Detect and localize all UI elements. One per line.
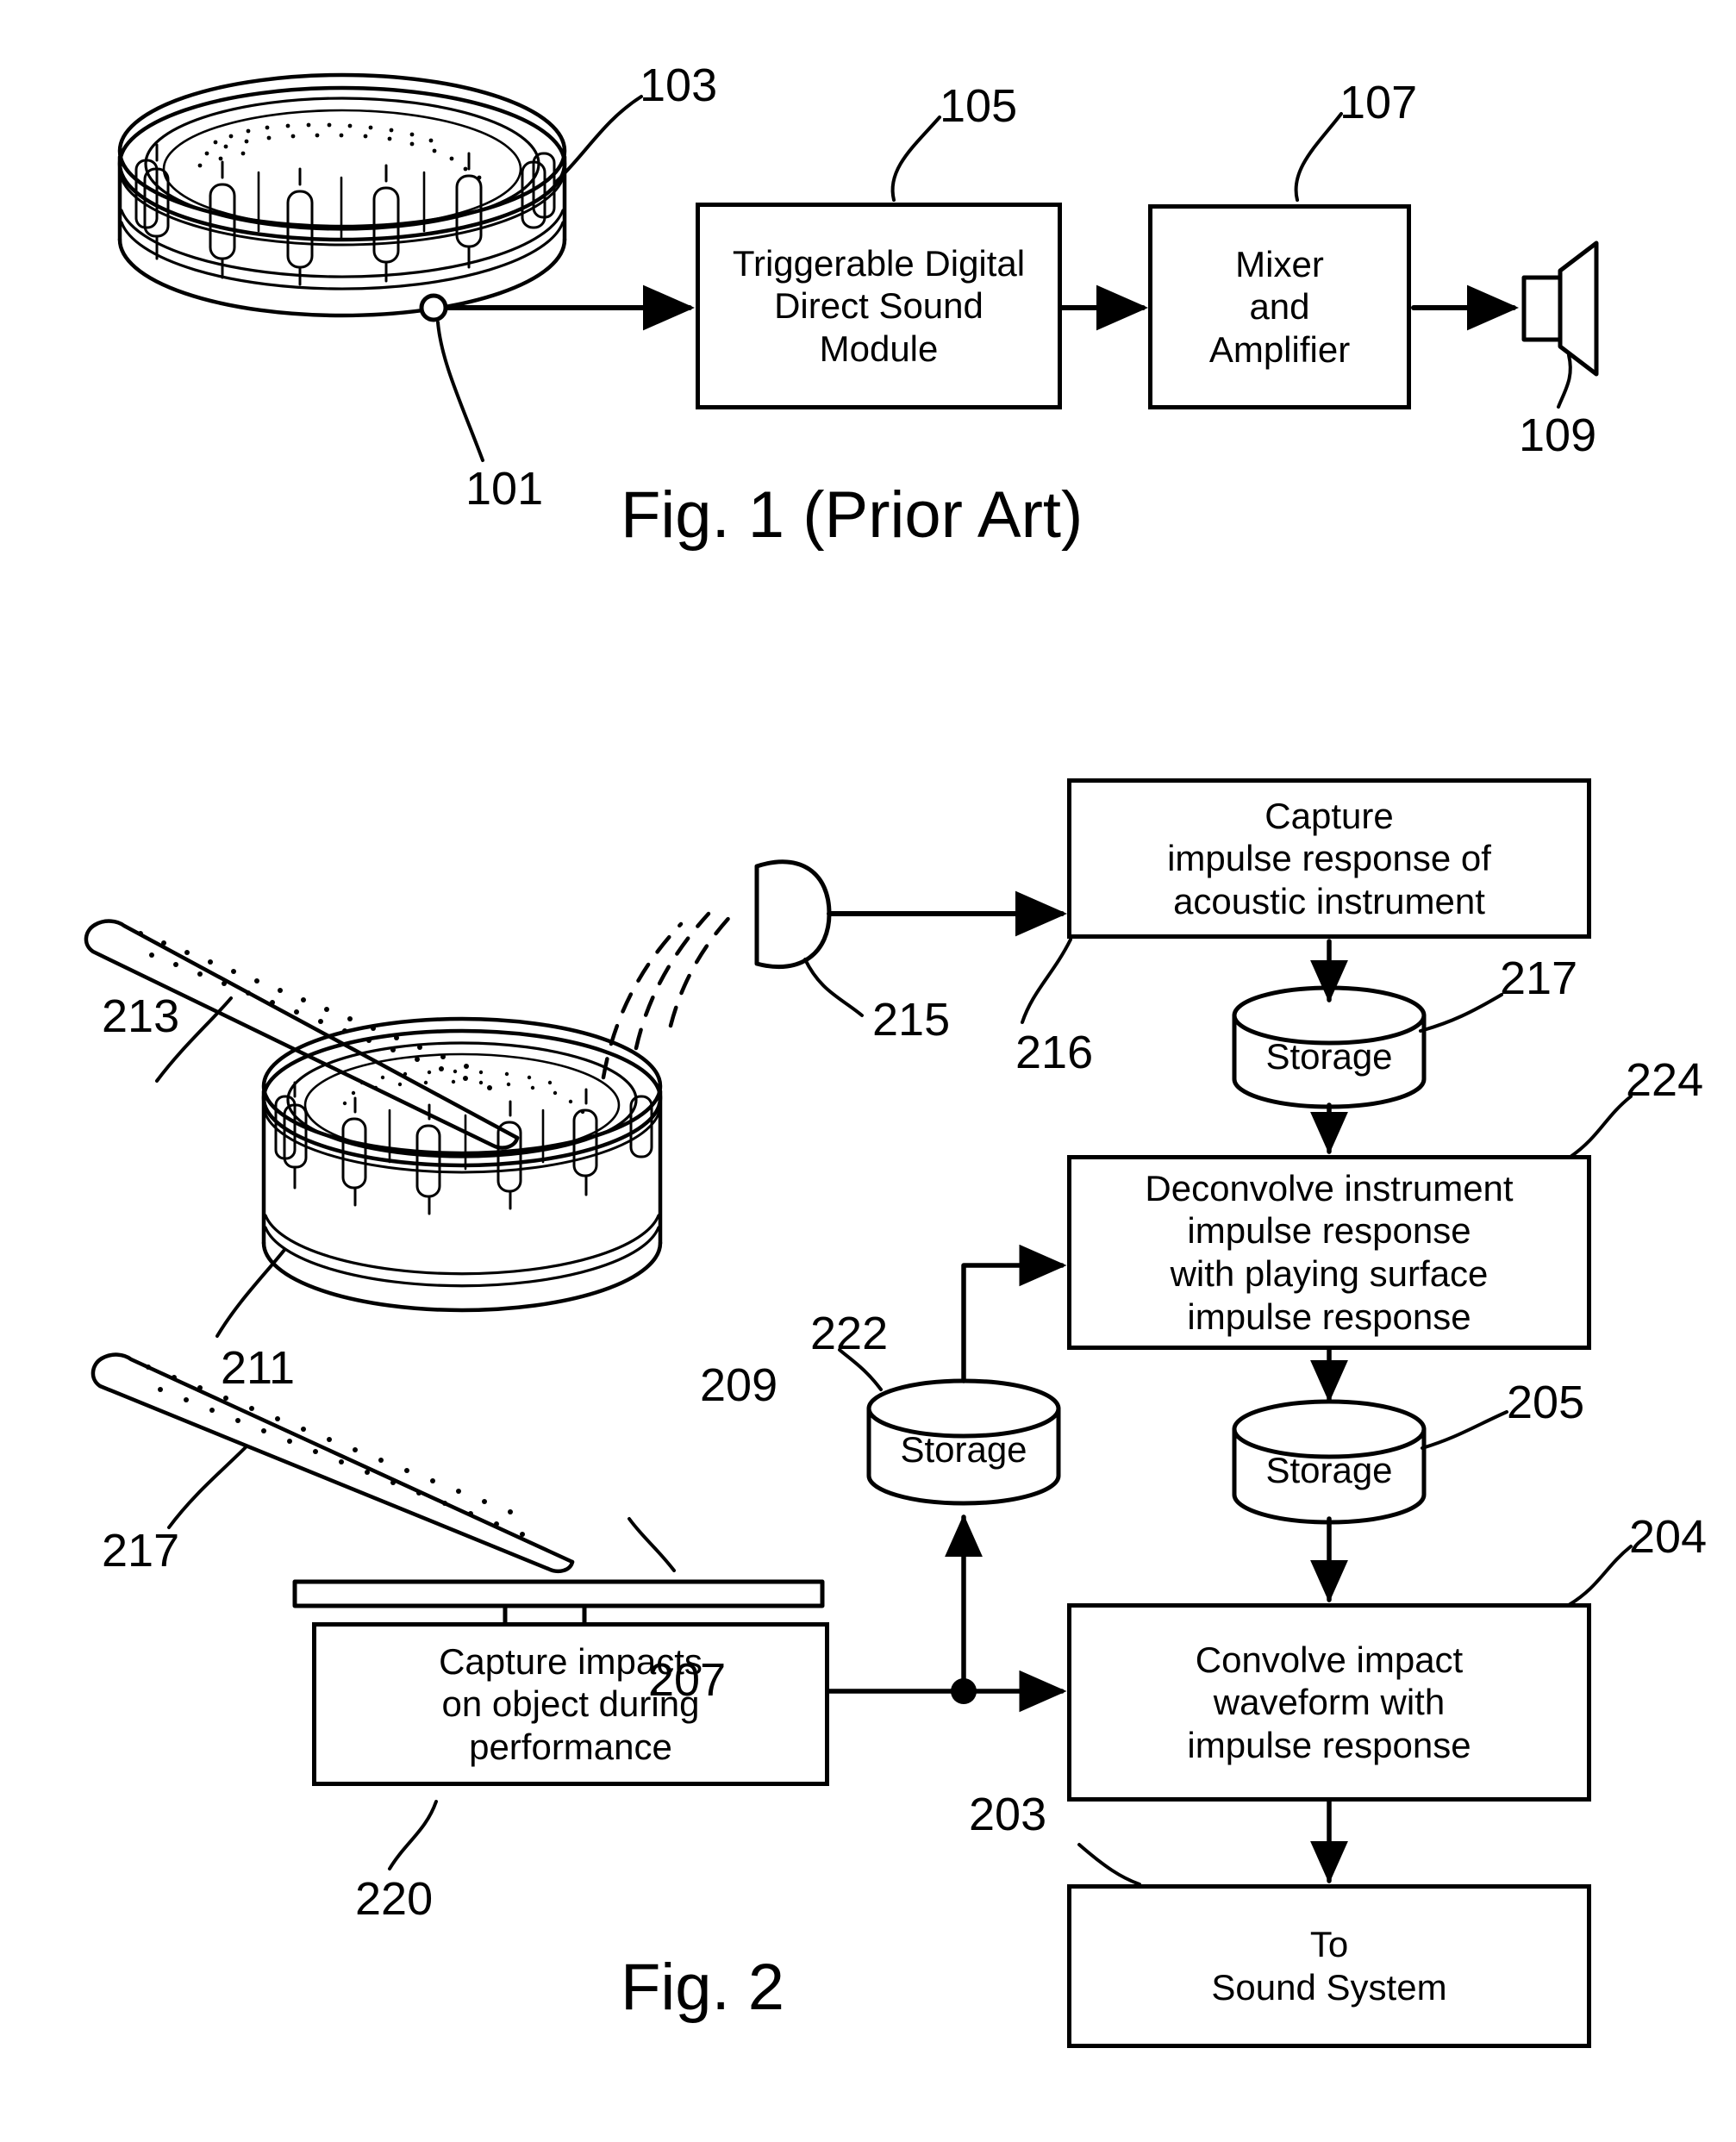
fig2-storage-205-label: Storage — [1265, 1450, 1393, 1490]
fig2-ref-211: 211 — [221, 1342, 296, 1394]
fig2-sound-waves — [601, 909, 737, 1080]
fig1-caption: Fig. 1 (Prior Art) — [621, 478, 1083, 552]
fig2-storage-217-label: Storage — [1265, 1036, 1393, 1077]
fig2-capture-impulse-response-box[interactable]: Capture impulse response of acoustic ins… — [1067, 778, 1591, 939]
fig2-stick-upper-texture — [138, 931, 492, 1090]
fig2-ref-217-storage: 217 — [1500, 952, 1578, 1004]
fig1-drum-head-texture — [197, 122, 482, 180]
fig2-caption: Fig. 2 — [621, 1951, 785, 2024]
fig2-ref-204: 204 — [1629, 1511, 1708, 1563]
fig2-capture-impacts-box[interactable]: Capture impacts on object during perform… — [312, 1622, 829, 1786]
fig2-to-sound-system-label: To Sound System — [1211, 1924, 1447, 2008]
fig1-triggerable-digital-direct-sound-module-box[interactable]: Triggerable Digital Direct Sound Module — [696, 203, 1062, 409]
fig2-ref-209: 209 — [700, 1359, 778, 1411]
fig2-ref-220: 220 — [355, 1873, 434, 1925]
patent-drawing-sheet: Triggerable Digital Direct Sound Module … — [0, 0, 1736, 2142]
fig2-ref-216: 216 — [1015, 1027, 1094, 1078]
fig2-capture-ir-label: Capture impulse response of acoustic ins… — [1167, 795, 1491, 921]
fig1-ref-107: 107 — [1339, 77, 1418, 128]
fig2-ref-213: 213 — [102, 990, 180, 1042]
fig1-mixer-and-amplifier-box[interactable]: Mixer and Amplifier — [1148, 204, 1411, 409]
fig2-ref-207: 207 — [648, 1654, 727, 1706]
fig2-to-sound-system-box[interactable]: To Sound System — [1067, 1884, 1591, 2048]
fig2-deconvolve-label: Deconvolve instrument impulse response w… — [1145, 1167, 1514, 1337]
fig2-storage-222-label: Storage — [900, 1429, 1027, 1470]
fig2-storage222-to-deconvolve-arrow — [961, 1244, 1067, 1383]
fig2-convolve-label: Convolve impact waveform with impulse re… — [1187, 1639, 1471, 1765]
fig2-ref-205: 205 — [1507, 1377, 1585, 1428]
fig2-convolve-box[interactable]: Convolve impact waveform with impulse re… — [1067, 1603, 1591, 1802]
fig1-module-label: Triggerable Digital Direct Sound Module — [732, 242, 1026, 369]
fig2-ref-217-stick: 217 — [102, 1525, 180, 1577]
fig2-ref-224: 224 — [1626, 1054, 1704, 1106]
fig2-ref-203: 203 — [969, 1789, 1047, 1840]
fig1-ref-103: 103 — [640, 59, 718, 111]
fig2-microphone-icon — [754, 859, 832, 970]
fig1-mixer-label: Mixer and Amplifier — [1208, 243, 1351, 370]
fig1-ref-109: 109 — [1519, 409, 1597, 461]
fig2-deconvolve-box[interactable]: Deconvolve instrument impulse response w… — [1067, 1155, 1591, 1350]
fig1-ref-105: 105 — [940, 80, 1018, 132]
fig1-ref-101: 101 — [465, 463, 544, 515]
fig2-signal-junction-dot — [951, 1678, 977, 1704]
fig2-ref-215: 215 — [872, 994, 951, 1046]
fig2-ref-222: 222 — [810, 1308, 889, 1359]
fig1-loudspeaker-icon — [1521, 240, 1599, 377]
fig1-trigger-sensor-dot — [419, 293, 448, 322]
